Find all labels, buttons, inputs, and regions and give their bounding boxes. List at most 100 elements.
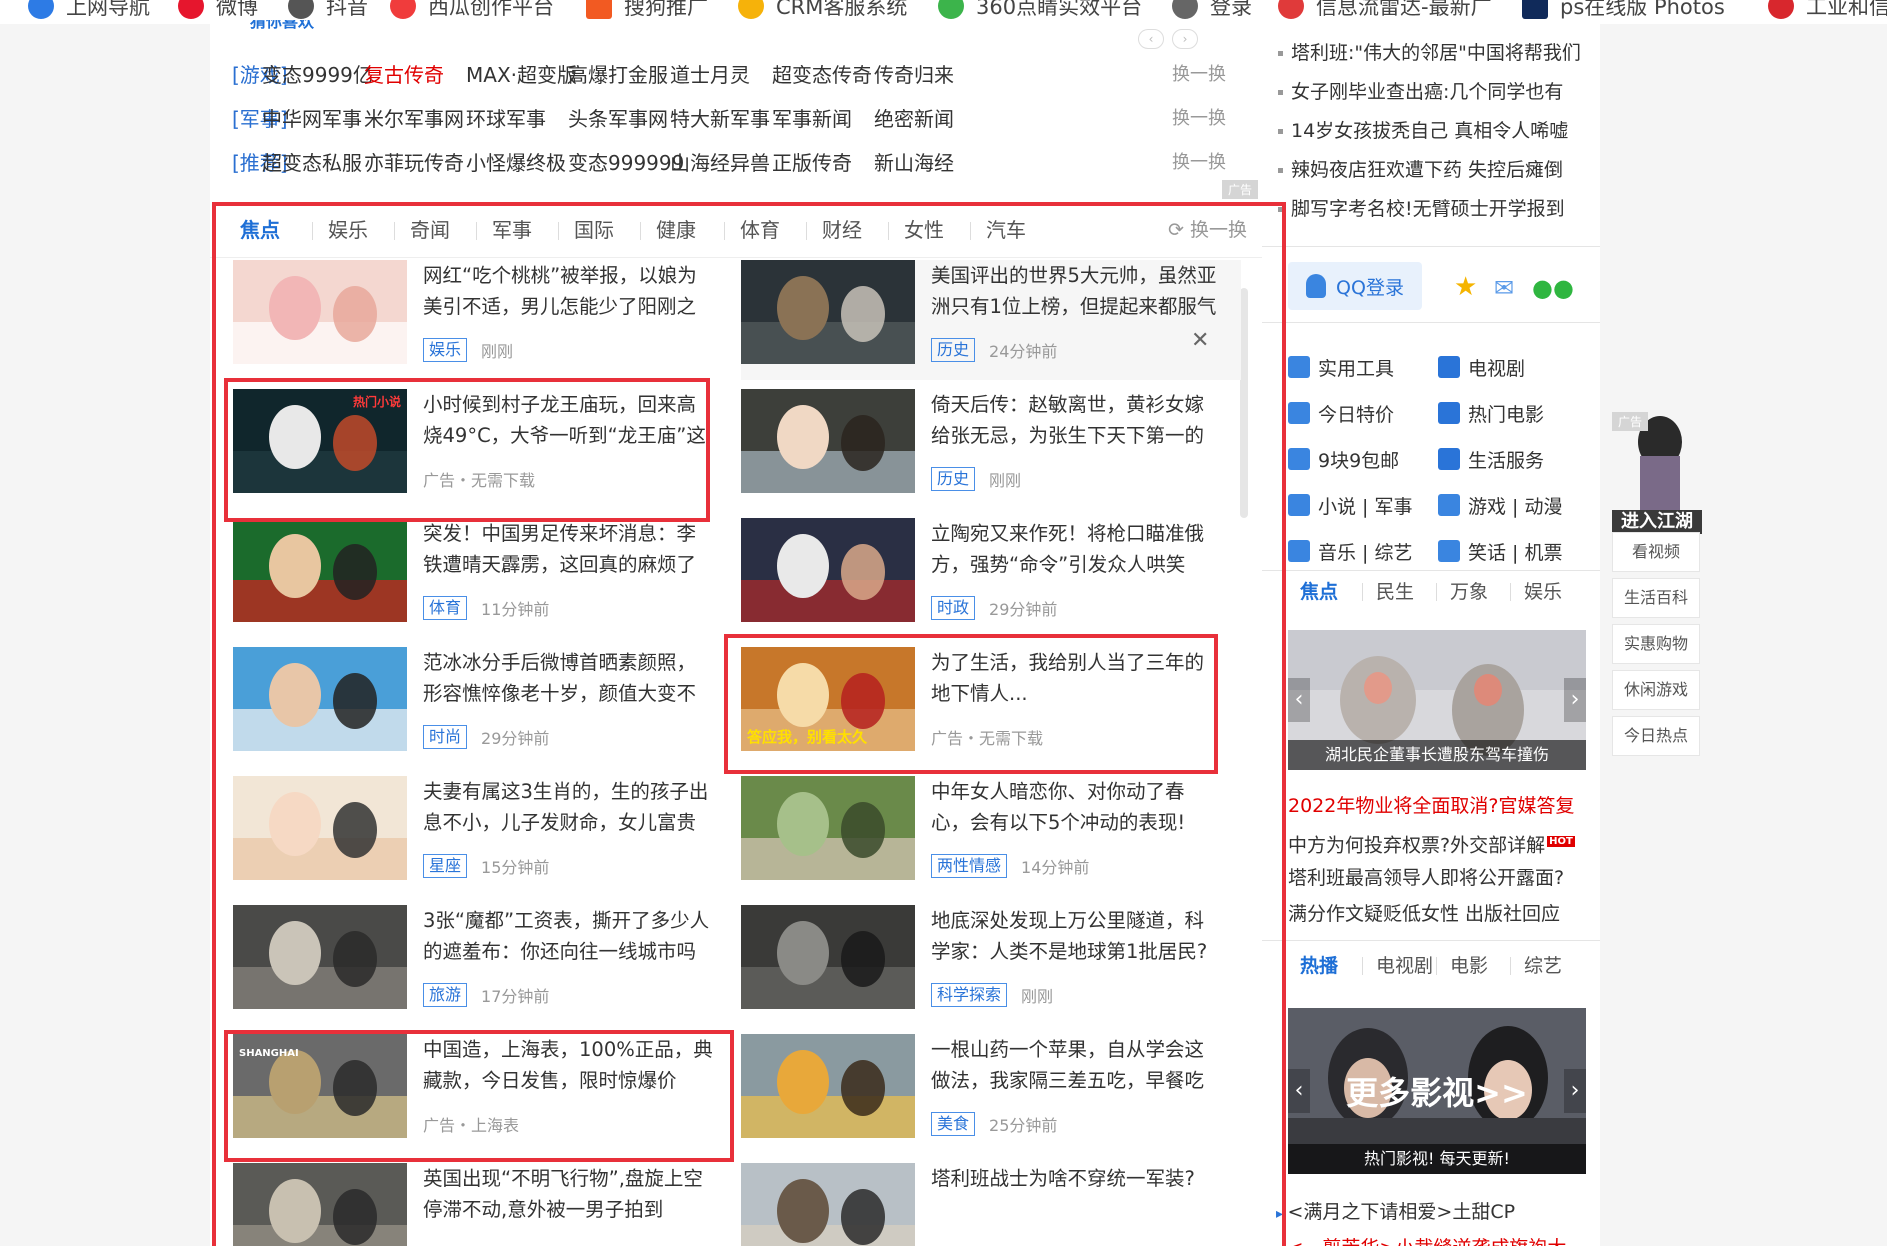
tab-1[interactable]: 娱乐 [328, 200, 368, 260]
news-thumbnail[interactable] [233, 905, 407, 1009]
top-link[interactable]: 超变态传奇 [772, 53, 872, 97]
tool-item[interactable]: 小说 | 军事 [1288, 486, 1412, 524]
top-link[interactable]: 超变态私服 [262, 141, 362, 185]
bookmark-xigua[interactable]: 西瓜创作平台 [390, 0, 554, 24]
top-link[interactable]: 亦菲玩传奇 [364, 141, 464, 185]
top-link[interactable]: 正版传奇 [772, 141, 852, 185]
news-title[interactable]: 倚天后传：赵敏离世，黄衫女嫁给张无忌，为张生下天下第一的 [931, 389, 1221, 451]
bookmark-ps[interactable]: ps在线版 Photos [1522, 0, 1725, 24]
news-card[interactable]: 突发！中国男足传来坏消息：李铁遭晴天霹雳，这回真的麻烦了 体育 11分钟前 [233, 518, 733, 638]
tab-3[interactable]: 军事 [492, 200, 532, 260]
news-thumbnail[interactable]: 答应我，别看太久 [741, 647, 915, 751]
tool-item[interactable]: 生活服务 [1438, 440, 1544, 478]
news-title[interactable]: 一根山药一个苹果，自从学会这做法，我家隔三差五吃，早餐吃 [931, 1034, 1221, 1096]
category-tag[interactable]: 两性情感 [931, 854, 1008, 878]
banner-next-arrow-icon[interactable]: › [1564, 678, 1586, 722]
next-arrow-icon[interactable]: › [1172, 29, 1198, 49]
top-link[interactable]: 环球军事 [466, 97, 546, 141]
float-button[interactable]: 生活百科 [1612, 578, 1700, 618]
sidebar-tab-1[interactable]: 民生 [1376, 572, 1414, 612]
tab-9[interactable]: 汽车 [986, 200, 1026, 260]
sidebar-tab-0[interactable]: 热播 [1300, 946, 1338, 986]
bookmark-sogou[interactable]: 搜狗推广 [586, 0, 708, 24]
news-card[interactable]: 英国出现“不明飞行物”,盘旋上空停滞不动,意外被一男子拍到 [233, 1163, 733, 1246]
news-title[interactable]: 英国出现“不明飞行物”,盘旋上空停滞不动,意外被一男子拍到 [423, 1163, 713, 1225]
sidebar-tab-0[interactable]: 焦点 [1300, 572, 1338, 612]
news-card[interactable]: 夫妻有属这3生肖的，生的孩子出息不小，儿子发财命，女儿富贵 星座 15分钟前 [233, 776, 733, 896]
star-icon[interactable]: ★ [1454, 272, 1477, 302]
category-tag[interactable]: 旅游 [423, 983, 468, 1007]
sidebar-tab-3[interactable]: 综艺 [1524, 946, 1562, 986]
hot-news-link[interactable]: 塔利班最高领导人即将公开露面? [1288, 860, 1564, 896]
ad-card[interactable]: SHANGHAI 中国造，上海表，100%正品，典藏款，今日发售，限时惊爆价 广告・… [233, 1034, 733, 1154]
video-next-arrow-icon[interactable]: › [1564, 1069, 1586, 1113]
news-thumbnail[interactable] [233, 518, 407, 622]
news-title[interactable]: 地底深处发现上万公里隧道，科学家：人类不是地球第1批居民? [931, 905, 1221, 967]
video-prev-arrow-icon[interactable]: ‹ [1288, 1069, 1310, 1113]
news-title[interactable]: 立陶宛又来作死！将枪口瞄准俄方，强势“命令”引发众人哄笑 [931, 518, 1221, 580]
news-card[interactable]: 3张“魔都”工资表，撕开了多少人的遮羞布：你还向往一线城市吗 旅游 17分钟前 [233, 905, 733, 1025]
news-title[interactable]: 小时候到村子龙王庙玩，回来高烧49°C，大爷一听到“龙王庙”这 [423, 389, 713, 451]
top-link[interactable]: 特大新军事 [670, 97, 770, 141]
bookmark-360[interactable]: 360点睛实效平台 [938, 0, 1142, 24]
news-thumbnail[interactable] [741, 260, 915, 364]
video-link-2[interactable]: ▸ <一剪芳华>小裁缝逆袭成旗袍大 [1276, 1230, 1566, 1246]
top-link[interactable]: 绝密新闻 [874, 97, 954, 141]
news-card[interactable]: 倚天后传：赵敏离世，黄衫女嫁给张无忌，为张生下天下第一的 历史 刚刚 [741, 389, 1241, 509]
hot-news-link[interactable]: 满分作文疑贬低女性 出版社回应 [1288, 896, 1560, 932]
top-link[interactable]: MAX·超变版 [466, 53, 577, 97]
news-thumbnail[interactable]: SHANGHAI [233, 1034, 407, 1138]
banner-prev-arrow-icon[interactable]: ‹ [1288, 678, 1310, 722]
qq-login-button[interactable]: QQ登录 [1288, 262, 1422, 310]
tool-item[interactable]: 游戏 | 动漫 [1438, 486, 1562, 524]
top-link[interactable]: 小怪爆终极 [466, 141, 566, 185]
tool-item[interactable]: 电视剧 [1438, 348, 1525, 386]
news-thumbnail[interactable] [741, 389, 915, 493]
category-tag[interactable]: 娱乐 [423, 338, 468, 362]
category-tag[interactable]: 时尚 [423, 725, 468, 749]
news-banner[interactable]: ‹ › 湖北民企董事长遭股东驾车撞伤 [1288, 630, 1586, 770]
top-link[interactable]: 米尔军事网 [364, 97, 464, 141]
wechat-icon[interactable]: ●● [1532, 274, 1574, 302]
category-tag[interactable]: 历史 [931, 338, 976, 362]
swap-button[interactable]: 换一换 [1172, 53, 1226, 97]
news-thumbnail[interactable] [233, 776, 407, 880]
tool-item[interactable]: 今日特价 [1288, 394, 1394, 432]
tool-item[interactable]: 实用工具 [1288, 348, 1394, 386]
news-title[interactable]: 突发！中国男足传来坏消息：李铁遭晴天霹雳，这回真的麻烦了 [423, 518, 713, 580]
top-link[interactable]: 复古传奇 [364, 53, 444, 97]
news-title[interactable]: 中年女人暗恋你、对你动了春心，会有以下5个冲动的表现! [931, 776, 1221, 838]
tab-2[interactable]: 奇闻 [410, 200, 450, 260]
top-link[interactable]: 传奇归来 [874, 53, 954, 97]
category-tag[interactable]: 历史 [931, 467, 976, 491]
bookmark-weibo[interactable]: 微博 [178, 0, 258, 24]
sidebar-headline[interactable]: 女子刚毕业查出癌:几个同学也有 [1278, 73, 1563, 112]
float-button[interactable]: 今日热点 [1612, 716, 1700, 756]
news-thumbnail[interactable]: 热门小说 [233, 389, 407, 493]
tool-item[interactable]: 9块9包邮 [1288, 440, 1399, 478]
news-card[interactable]: 网红“吃个桃桃”被举报，以娘为美引不适，男儿怎能少了阳刚之 娱乐 刚刚 [233, 260, 733, 380]
news-thumbnail[interactable] [741, 1163, 915, 1246]
swap-button[interactable]: 换一换 [1172, 141, 1226, 185]
news-thumbnail[interactable] [741, 776, 915, 880]
tab-4[interactable]: 国际 [574, 200, 614, 260]
top-links-pager[interactable]: ‹ › [1138, 28, 1218, 49]
news-refresh-button[interactable]: ⟳ 换一换 [1168, 200, 1247, 260]
news-title[interactable]: 3张“魔都”工资表，撕开了多少人的遮羞布：你还向往一线城市吗 [423, 905, 713, 967]
news-title[interactable]: 中国造，上海表，100%正品，典藏款，今日发售，限时惊爆价 [423, 1034, 713, 1096]
news-thumbnail[interactable] [741, 1034, 915, 1138]
tab-0[interactable]: 焦点 [240, 200, 280, 260]
bookmark-miit[interactable]: 工业和信 [1768, 0, 1887, 24]
news-title[interactable]: 为了生活，我给别人当了三年的地下情人... [931, 647, 1221, 709]
sidebar-headline[interactable]: 14岁女孩拔秃自己 真相令人唏嘘 [1278, 112, 1568, 151]
mail-icon[interactable]: ✉ [1494, 274, 1514, 302]
news-title[interactable]: 范冰冰分手后微博首晒素颜照，形容憔悴像老十岁，颜值大变不 [423, 647, 713, 709]
hot-news-link[interactable]: 2022年物业将全面取消?官媒答复 [1288, 788, 1574, 824]
news-card[interactable]: 塔利班战士为啥不穿统一军装? [741, 1163, 1241, 1246]
tool-item[interactable]: 笑话 | 机票 [1438, 532, 1562, 570]
tab-5[interactable]: 健康 [656, 200, 696, 260]
video-banner[interactable]: 更多影视>> ‹ › 热门影视! 每天更新! [1288, 1008, 1586, 1174]
category-tag[interactable]: 星座 [423, 854, 468, 878]
sidebar-headline[interactable]: 辣妈夜店狂欢遭下药 失控后瘫倒 [1278, 151, 1563, 190]
news-card[interactable]: 地底深处发现上万公里隧道，科学家：人类不是地球第1批居民? 科学探索 刚刚 [741, 905, 1241, 1025]
